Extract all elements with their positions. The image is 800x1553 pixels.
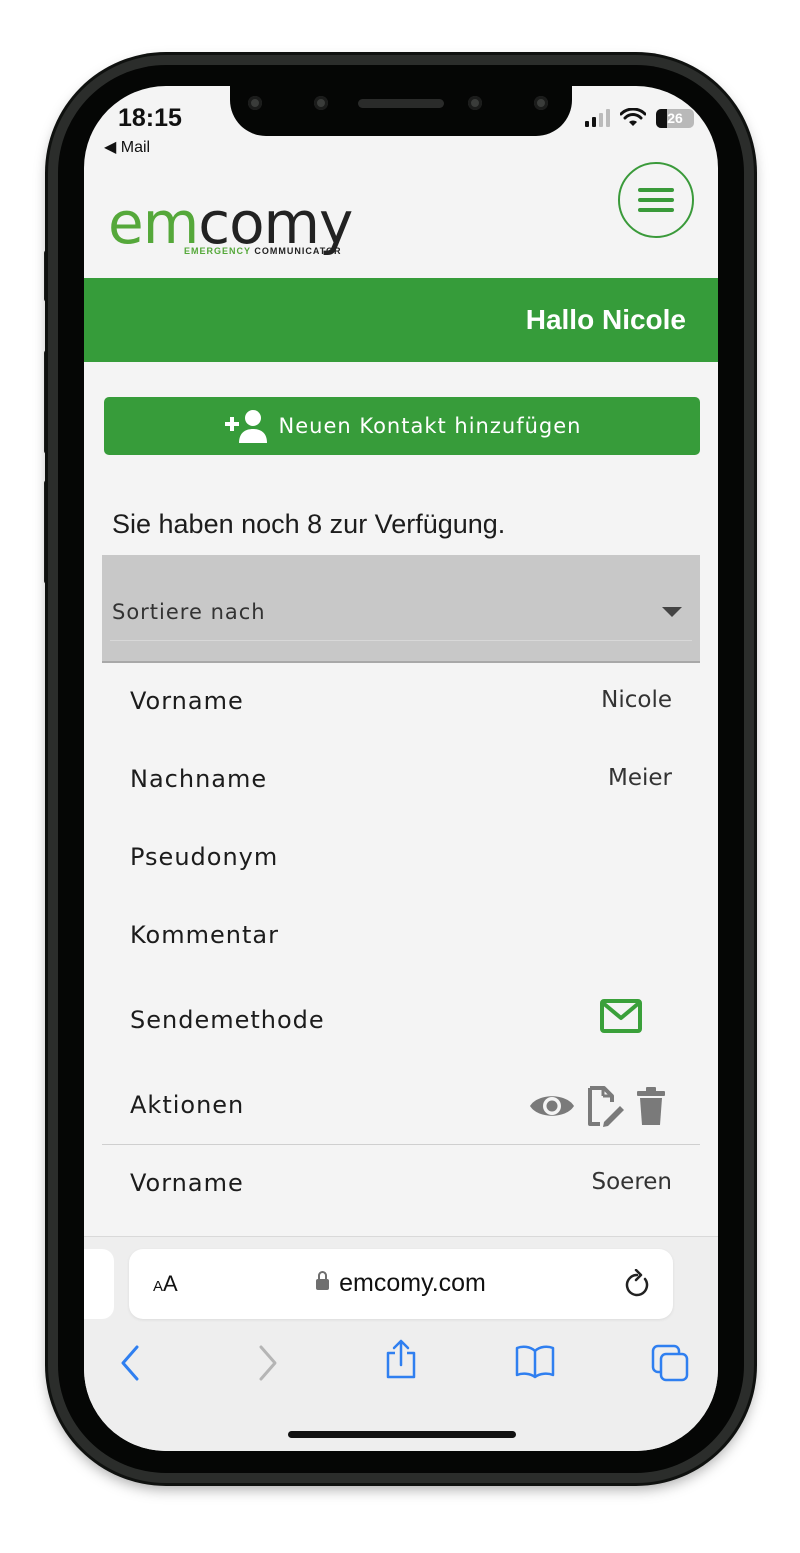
- contact-field-row: Kommentar: [130, 915, 672, 955]
- contact-field-row: Vorname Nicole: [130, 681, 672, 721]
- battery-icon: 26: [656, 108, 694, 128]
- safari-nav-bar: [84, 1337, 718, 1397]
- status-icons: 26: [585, 108, 694, 128]
- wifi-icon: [620, 108, 646, 126]
- logo-tagline-2: COMMUNICATOR: [254, 246, 342, 256]
- sort-select[interactable]: Sortiere nach: [102, 555, 700, 663]
- add-contact-label: Neuen Kontakt hinzufügen: [278, 414, 582, 438]
- field-label: Kommentar: [130, 921, 279, 949]
- edit-document-icon[interactable]: [586, 1084, 626, 1128]
- field-value: Meier: [608, 765, 672, 791]
- hamburger-icon: [638, 188, 674, 192]
- address-bar[interactable]: AA emcomy.com: [129, 1249, 673, 1319]
- field-label: Pseudonym: [130, 843, 279, 871]
- notch: [230, 86, 572, 136]
- caret-down-icon: [662, 607, 682, 617]
- forward-arrow-icon[interactable]: [256, 1343, 280, 1383]
- url-text: emcomy.com: [129, 1269, 673, 1298]
- contact-field-row: Nachname Meier: [130, 759, 672, 799]
- home-indicator[interactable]: [288, 1431, 516, 1438]
- safari-toolbar: AA emcomy.com: [84, 1236, 718, 1451]
- menu-toggle-button[interactable]: [618, 162, 694, 238]
- share-icon[interactable]: [384, 1337, 418, 1381]
- field-label: Aktionen: [130, 1091, 245, 1119]
- add-contact-button[interactable]: Neuen Kontakt hinzufügen: [104, 397, 700, 455]
- bookmarks-icon[interactable]: [514, 1343, 556, 1379]
- add-person-icon: [224, 410, 267, 443]
- contact-field-row: Vorname Soeren: [130, 1163, 672, 1203]
- tabs-icon[interactable]: [650, 1343, 690, 1383]
- trash-icon[interactable]: [636, 1086, 666, 1126]
- contact-field-row: Sendemethode: [130, 1000, 672, 1040]
- greeting-text: Hallo Nicole: [525, 304, 686, 335]
- contact-actions: [528, 1084, 666, 1128]
- eye-icon[interactable]: [528, 1090, 576, 1122]
- back-arrow-icon[interactable]: [118, 1343, 142, 1383]
- logo-tagline-1: EMERGENCY: [184, 246, 251, 256]
- signal-icon: [585, 109, 610, 127]
- emcomy-logo[interactable]: emcomy EMERGENCY COMMUNICATOR: [108, 194, 353, 256]
- reload-icon[interactable]: [623, 1269, 651, 1299]
- lock-icon: [316, 1271, 330, 1290]
- availability-text: Sie haben noch 8 zur Verfügung.: [112, 509, 506, 539]
- back-to-mail-link[interactable]: ◀ Mail: [104, 137, 150, 157]
- sort-placeholder: Sortiere nach: [112, 600, 266, 624]
- status-time: 18:15: [118, 104, 182, 132]
- field-label: Nachname: [130, 765, 268, 793]
- contact-divider: [102, 1144, 700, 1145]
- previous-tab-preview[interactable]: [84, 1249, 114, 1319]
- field-label: Vorname: [130, 687, 244, 715]
- logo-letter-e: e: [108, 189, 144, 257]
- phone-screen: 18:15 ◀ Mail 26 emcomy EMERGENCY COMMUNI…: [84, 86, 718, 1451]
- battery-level: 26: [667, 110, 683, 126]
- field-label: Sendemethode: [130, 1006, 325, 1034]
- field-value: Soeren: [591, 1169, 673, 1195]
- greeting-bar: Hallo Nicole: [84, 278, 718, 362]
- field-label: Vorname: [130, 1169, 244, 1197]
- mail-icon: [600, 999, 642, 1033]
- url-value: emcomy.com: [339, 1269, 486, 1297]
- field-value: Nicole: [601, 687, 672, 713]
- contact-field-row: Pseudonym: [130, 837, 672, 877]
